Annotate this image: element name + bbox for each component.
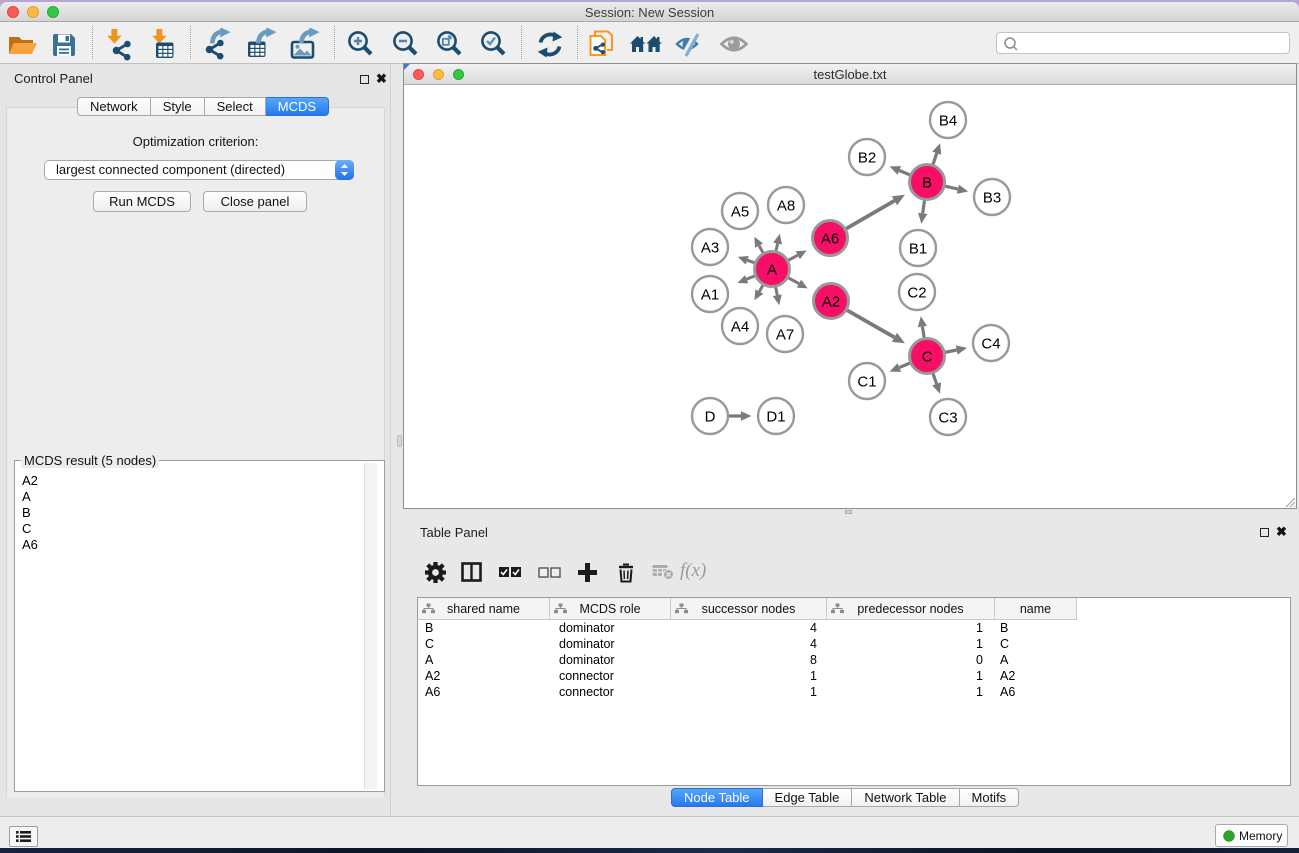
svg-text:A1: A1 bbox=[701, 287, 719, 304]
svg-text:B4: B4 bbox=[939, 113, 957, 130]
svg-text:C: C bbox=[922, 349, 933, 366]
svg-text:D: D bbox=[705, 409, 716, 426]
svg-text:C4: C4 bbox=[981, 336, 1000, 353]
svg-text:B1: B1 bbox=[909, 241, 927, 258]
svg-text:C2: C2 bbox=[907, 285, 926, 302]
svg-text:D1: D1 bbox=[766, 409, 785, 426]
svg-text:A4: A4 bbox=[731, 319, 749, 336]
svg-text:A2: A2 bbox=[822, 294, 840, 311]
svg-text:C1: C1 bbox=[857, 374, 876, 391]
svg-text:B2: B2 bbox=[858, 150, 876, 167]
svg-text:C3: C3 bbox=[938, 410, 957, 427]
svg-text:A7: A7 bbox=[776, 327, 794, 344]
svg-text:A3: A3 bbox=[701, 240, 719, 257]
svg-text:A5: A5 bbox=[731, 204, 749, 221]
svg-text:A8: A8 bbox=[777, 198, 795, 215]
svg-text:A: A bbox=[767, 262, 777, 279]
svg-text:A6: A6 bbox=[821, 231, 839, 248]
svg-text:B3: B3 bbox=[983, 190, 1001, 207]
svg-text:B: B bbox=[922, 175, 932, 192]
